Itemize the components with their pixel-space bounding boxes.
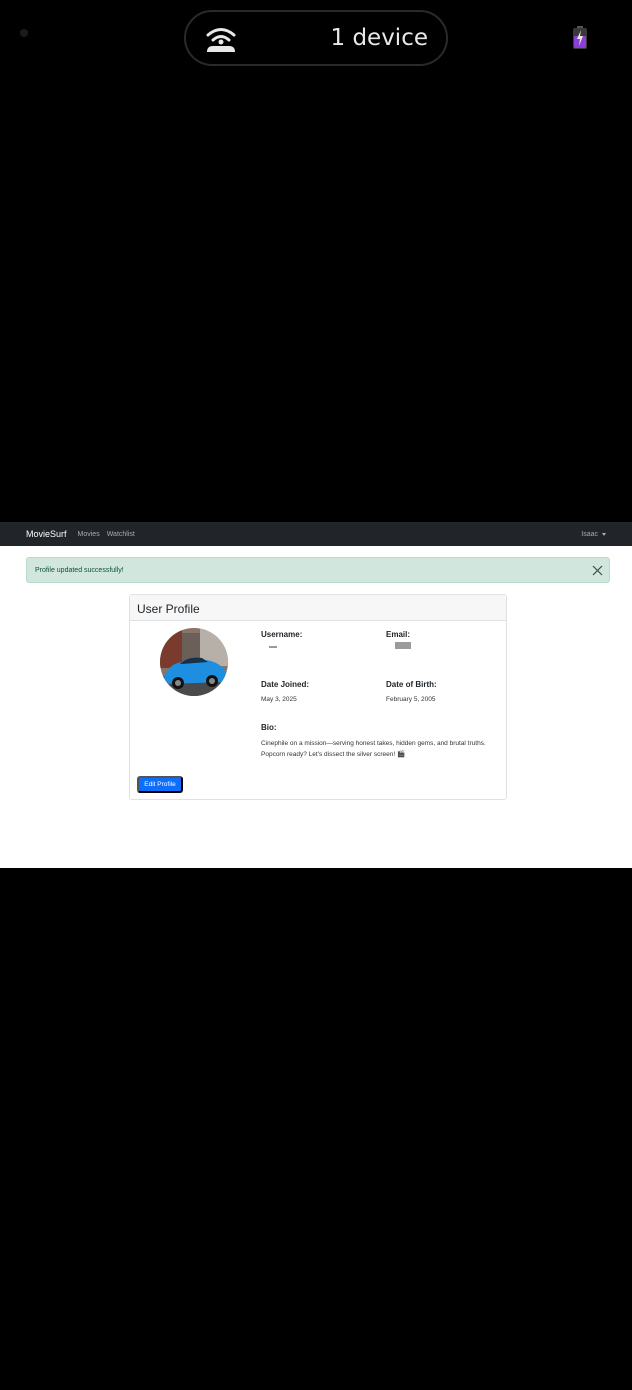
connection-pill[interactable]: 1 device [184,10,448,66]
edit-profile-button[interactable]: Edit Profile [137,776,183,793]
browser-viewport: MovieSurf Movies Watchlist Isaac Profile… [0,522,632,868]
dob-value: February 5, 2005 [386,696,436,703]
user-dropdown[interactable]: Isaac [581,531,606,538]
date-joined-value: May 3, 2025 [261,696,297,703]
phone-status-bar: 1 device [0,0,632,80]
navbar: MovieSurf Movies Watchlist Isaac [0,522,632,546]
redacted-username [269,646,277,648]
nav-link-movies[interactable]: Movies [78,531,100,538]
nav-link-watchlist[interactable]: Watchlist [107,531,135,538]
close-icon[interactable] [591,564,604,577]
username-label: Username: [261,630,303,639]
email-label: Email: [386,630,411,639]
profile-card: User Profile Username: Email: Date Joine… [129,594,507,800]
date-joined-label: Date Joined: [261,680,310,689]
camera-dot [20,29,28,37]
card-header: User Profile [130,595,506,621]
user-name: Isaac [581,530,598,538]
success-alert: Profile updated successfully! [26,557,610,583]
bio-label: Bio: [261,723,277,732]
caret-down-icon [602,532,606,536]
brand-link[interactable]: MovieSurf [26,529,67,539]
avatar [160,628,228,696]
profile-photo [160,628,228,696]
bio-text: Cinephile on a mission—serving honest ta… [261,740,486,758]
alert-message: Profile updated successfully! [35,567,124,574]
wireless-sharing-icon [206,28,236,52]
battery-charging-icon [573,26,587,49]
connection-text: 1 device [330,25,429,51]
page-title: User Profile [137,602,200,616]
dob-label: Date of Birth: [386,680,437,689]
redacted-email [395,642,411,649]
